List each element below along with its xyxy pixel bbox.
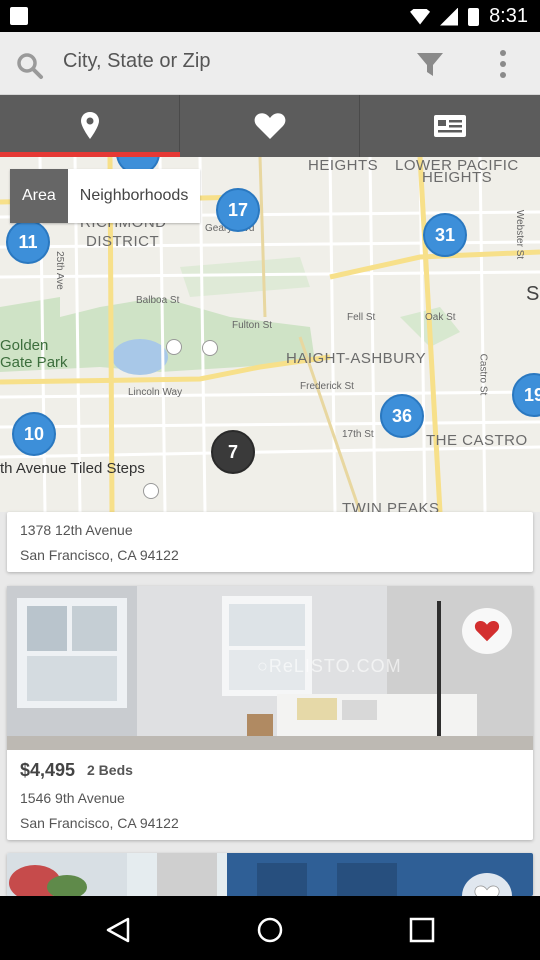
map-label: Golden — [0, 337, 49, 354]
map-label: 25th Ave — [53, 251, 65, 290]
area-neighborhood-toggle: Area Neighborhoods — [10, 169, 201, 223]
location-pin-icon — [80, 112, 99, 139]
listing-address-line2: San Francisco, CA 94122 — [20, 815, 179, 831]
tab-favorites[interactable] — [180, 95, 360, 157]
wifi-icon — [410, 8, 431, 25]
map-label: Webster St — [514, 209, 526, 260]
map-cluster-marker[interactable]: 7 — [211, 430, 255, 474]
back-icon[interactable] — [104, 916, 132, 944]
listing-card[interactable]: ○ReLISTO.COM $4,495 2 Beds 1546 9th Aven… — [7, 586, 533, 840]
status-bar: 8:31 — [0, 0, 540, 32]
map-label: DISTRICT — [86, 233, 160, 250]
map-cluster-marker[interactable]: 17 — [216, 188, 260, 232]
search-bar: City, State or Zip — [0, 32, 540, 95]
recents-icon[interactable] — [408, 916, 436, 944]
map-label: HAIGHT-ASHBURY — [286, 350, 427, 367]
filter-icon[interactable] — [416, 52, 444, 78]
map-label: Castro St — [477, 353, 489, 396]
listing-card[interactable] — [7, 853, 533, 896]
poi-icon — [143, 483, 159, 499]
listing-photo — [7, 853, 533, 896]
area-toggle-button[interactable]: Area — [10, 169, 68, 223]
neighborhoods-toggle-button[interactable]: Neighborhoods — [67, 169, 201, 223]
map-label: Lincoln Way — [128, 387, 183, 398]
list-card-icon — [434, 115, 466, 137]
map-label: HEIGHTS — [308, 157, 379, 174]
watermark-text: ○ReLISTO.COM — [257, 656, 402, 676]
map-label: TWIN PEAKS — [342, 500, 440, 512]
map-label: th Avenue Tiled Steps — [0, 460, 145, 477]
listing-photo: ○ReLISTO.COM — [7, 586, 533, 750]
map-cluster-marker[interactable]: 31 — [423, 213, 467, 257]
map-label: HEIGHTS — [422, 169, 493, 186]
map-label: Balboa St — [136, 295, 180, 306]
overflow-menu-icon[interactable] — [494, 48, 512, 80]
search-icon[interactable] — [16, 52, 44, 80]
notification-icon — [10, 7, 28, 25]
tab-map[interactable] — [0, 95, 180, 157]
map-label: THE CASTRO — [426, 432, 528, 449]
battery-icon — [468, 7, 480, 26]
map-view[interactable]: RICHMOND DISTRICT HEIGHTS LOWER PACIFIC … — [0, 157, 540, 512]
poi-icon — [202, 340, 218, 356]
map-cluster-marker[interactable]: 10 — [12, 412, 56, 456]
status-time: 8:31 — [489, 5, 528, 27]
map-label: 17th St — [342, 429, 374, 440]
poi-icon — [166, 339, 182, 355]
map-cluster-marker[interactable]: 11 — [6, 220, 50, 264]
favorite-button[interactable] — [462, 608, 512, 654]
map-label: Gate Park — [0, 354, 68, 371]
listing-address-line1: 1378 12th Avenue — [20, 522, 133, 538]
heart-icon — [254, 113, 285, 139]
listing-price: $4,495 — [20, 760, 76, 780]
map-label: Oak St — [425, 312, 456, 323]
heart-icon — [474, 620, 500, 642]
search-input[interactable]: City, State or Zip — [63, 50, 210, 73]
heart-icon — [474, 885, 500, 896]
tab-list[interactable] — [360, 95, 540, 157]
view-tabs — [0, 95, 540, 157]
home-icon[interactable] — [256, 916, 284, 944]
listing-card[interactable]: 1378 12th Avenue San Francisco, CA 94122 — [7, 512, 533, 572]
listing-beds: 2 Beds — [87, 762, 133, 778]
system-nav-bar — [0, 896, 540, 960]
map-label: Fell St — [347, 312, 376, 323]
map-label: Fulton St — [232, 320, 273, 331]
map-label: Frederick St — [300, 381, 354, 392]
map-cluster-marker[interactable]: 36 — [380, 394, 424, 438]
listing-address-line2: San Francisco, CA 94122 — [20, 547, 179, 563]
listing-address-line1: 1546 9th Avenue — [20, 790, 125, 806]
signal-icon — [440, 7, 459, 26]
map-label: S — [526, 283, 540, 305]
